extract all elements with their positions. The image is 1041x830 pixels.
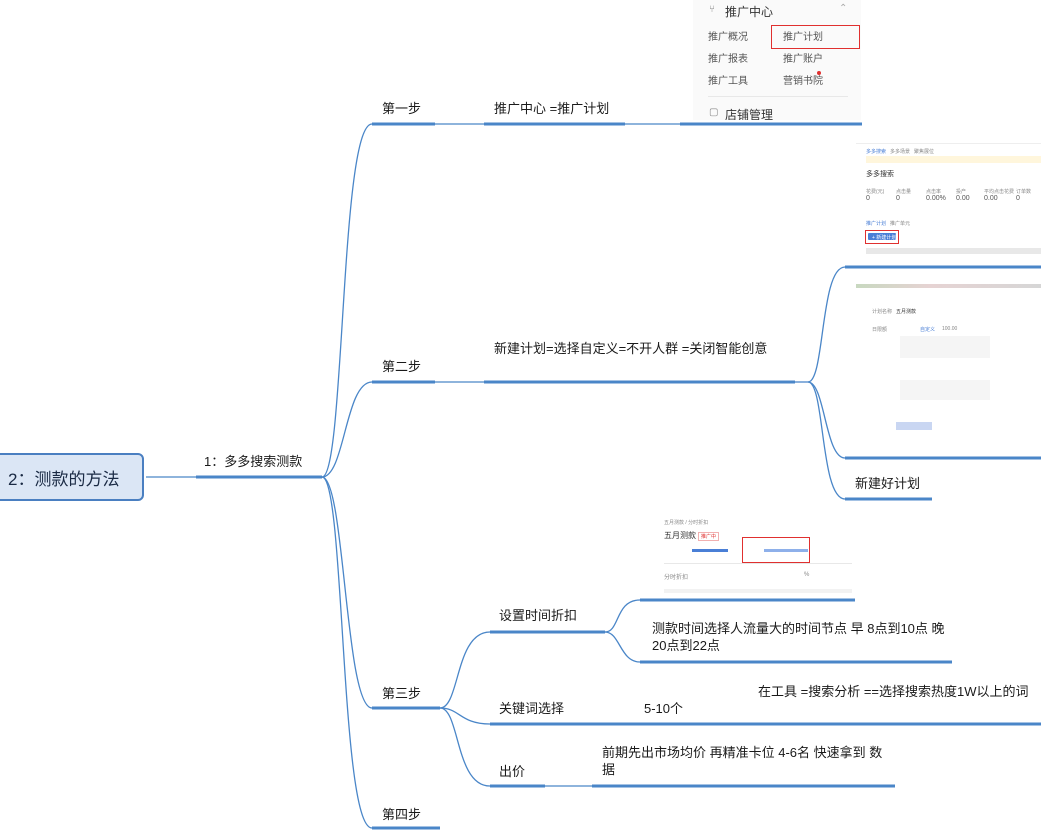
time-discount-screenshot: 五月测款 / 分时折扣 五月测款 推广中 分时折扣 % [652, 515, 852, 597]
section-label: 分时折扣 [664, 575, 689, 581]
bid-detail-node[interactable]: 前期先出市场均价 再精准卡位 4-6名 快速拿到 数据 [602, 744, 892, 778]
step-2-result-node[interactable]: 新建好计划 [855, 475, 920, 492]
metric-value: 0.00 [984, 195, 998, 202]
notice-banner [866, 156, 1041, 163]
metric-label: 点击率 [926, 189, 942, 195]
step-2-node[interactable]: 第二步 [382, 358, 421, 375]
crumb: 五月测款 / 分时折扣 [664, 520, 709, 526]
table-header [664, 589, 852, 593]
keyword-node[interactable]: 关键词选择 [499, 700, 564, 717]
tab-search: 多多搜索 [866, 149, 887, 155]
root-label: 2：测款的方法 [8, 469, 120, 489]
highlight-box [771, 25, 860, 49]
top-strip [856, 284, 1041, 288]
tip-box [900, 380, 990, 400]
dashboard-title: 多多搜索 [866, 171, 894, 178]
share-icon: ⑂ [709, 4, 715, 15]
time-discount-node[interactable]: 设置时间折扣 [499, 607, 577, 624]
menu-item: 推广账户 [783, 54, 823, 65]
menu-title: 推广中心 [725, 5, 774, 19]
branch-node[interactable]: 1：多多搜索测款 [204, 453, 302, 470]
highlight-box [865, 230, 899, 244]
tab-plan: 推广计划 [866, 221, 887, 227]
time-discount-label: 设置时间折扣 [499, 608, 578, 623]
time-discount-detail-node[interactable]: 测款时间选择人流量大的时间节点 早 8点到10点 晚20点到22点 [652, 620, 948, 654]
step-4-node[interactable]: 第四步 [382, 806, 421, 823]
name-value: 五月测款 [896, 309, 917, 315]
menu-item: 推广概况 [708, 32, 748, 43]
step-1-node[interactable]: 第一步 [382, 100, 421, 117]
root-node[interactable]: 2：测款的方法 [0, 453, 144, 501]
step-1-label: 第一步 [382, 101, 422, 116]
name-label: 计划名称 [872, 309, 893, 315]
confirm-button [896, 422, 932, 430]
metric-value: 0.00 [956, 195, 970, 202]
menu-next-title: 店铺管理 [725, 108, 774, 120]
divider [708, 96, 848, 97]
metric-label: 投产 [956, 189, 967, 195]
metric-value: 0 [896, 195, 900, 202]
bid-detail-label: 前期先出市场均价 再精准卡位 4-6名 快速拿到 数据 [602, 745, 883, 777]
keyword-count-node[interactable]: 5-10个 [644, 700, 683, 717]
metric-value: 0 [866, 195, 870, 202]
metric-label: 点击量 [896, 189, 912, 195]
menu-item: 推广报表 [708, 54, 748, 65]
step-2-label: 第二步 [382, 359, 422, 374]
step-2-detail-label: 新建计划=选择自定义=不开人群 =关闭智能创意 [494, 341, 768, 356]
tab-unit: 推广单元 [890, 221, 911, 227]
step-2-result-label: 新建好计划 [855, 476, 921, 491]
bid-node[interactable]: 出价 [499, 763, 525, 780]
promotion-menu-screenshot: ⑂ 推广中心 ⌃ 推广概况 推广计划 推广报表 推广账户 推广工具 营销书院 ▢… [693, 0, 861, 120]
keyword-detail-label: 在工具 =搜索分析 ==选择搜索热度1W以上的词 [758, 684, 1029, 699]
step-1-detail-label: 推广中心 =推广计划 [494, 101, 610, 116]
step-2-detail-node[interactable]: 新建计划=选择自定义=不开人群 =关闭智能创意 [494, 340, 794, 357]
progress-bar [692, 549, 728, 552]
metric-label: 花费(元) [866, 189, 885, 195]
step-3-label: 第三步 [382, 686, 422, 701]
metric-value: 0 [1016, 195, 1020, 202]
bid-label: 出价 [499, 764, 526, 779]
highlight-box [742, 537, 810, 563]
search-dashboard-screenshot: 多多搜索 多多场景 聚焦展位 多多搜索 花费(元) 点击量 点击率 投产 平均点… [856, 143, 1041, 262]
branch-label: 1：多多搜索测款 [204, 454, 303, 469]
tab-booth: 聚焦展位 [914, 149, 935, 155]
plan-form-screenshot: 计划名称 五月测款 日限额 自定义 100.00 [856, 284, 1041, 454]
notification-dot [817, 71, 821, 75]
time-discount-detail-label: 测款时间选择人流量大的时间节点 早 8点到10点 晚20点到22点 [652, 621, 945, 653]
chevron-up-icon: ⌃ [839, 3, 848, 14]
date-label: 日限额 [872, 327, 888, 333]
keyword-detail-node[interactable]: 在工具 =搜索分析 ==选择搜索热度1W以上的词 [758, 683, 1041, 700]
status-badge: 推广中 [698, 532, 720, 541]
menu-item: 推广工具 [708, 76, 748, 87]
budget-value: 100.00 [942, 326, 958, 332]
step-4-label: 第四步 [382, 807, 422, 822]
divider [664, 563, 852, 564]
discount-title: 五月测款 [664, 531, 696, 540]
keyword-label: 关键词选择 [499, 701, 565, 716]
table-header [866, 248, 1041, 254]
custom-label: 自定义 [920, 327, 936, 333]
tip-box [900, 336, 990, 358]
metric-label: 平均点击花费 [984, 189, 1015, 195]
store-icon: ▢ [709, 107, 719, 118]
step-1-detail-node[interactable]: 推广中心 =推广计划 [494, 100, 609, 117]
unit-label: % [804, 572, 810, 578]
metric-value: 0.00% [926, 195, 946, 202]
tab-scene: 多多场景 [890, 149, 911, 155]
keyword-count-label: 5-10个 [644, 701, 684, 716]
step-3-node[interactable]: 第三步 [382, 685, 421, 702]
metric-label: 订单数 [1016, 189, 1032, 195]
